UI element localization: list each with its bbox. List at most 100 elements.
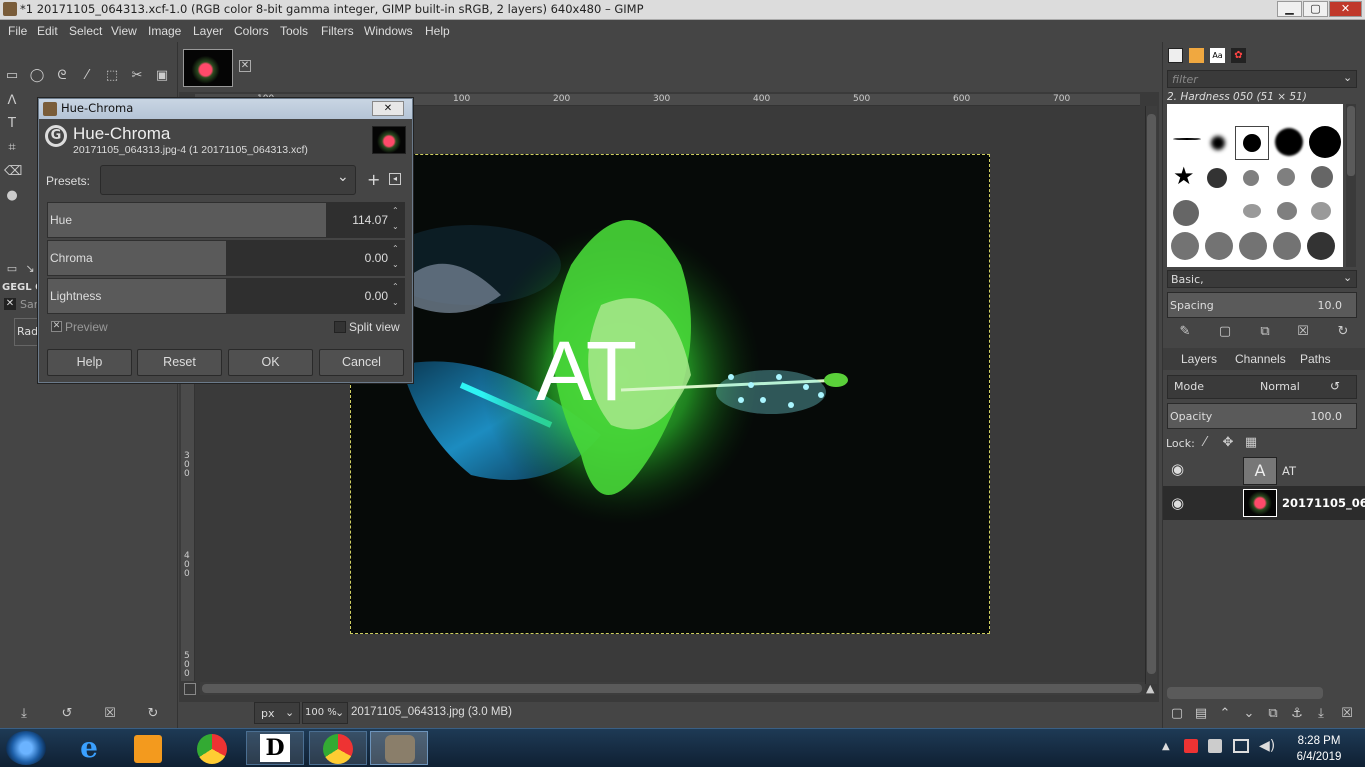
menu-layer[interactable]: Layer [193, 24, 223, 38]
lock-position-icon[interactable]: ✥ [1220, 435, 1236, 451]
volume-icon[interactable]: ◀) [1259, 738, 1275, 754]
brush-filter-input[interactable]: filter ⌄ [1167, 70, 1357, 88]
increment-icon[interactable]: ⌃ [392, 206, 402, 215]
lasso-icon[interactable]: ᘓ [54, 68, 70, 84]
eraser-icon[interactable]: ⌫ [4, 164, 22, 180]
horizontal-scrollbar-thumb[interactable] [202, 684, 1142, 693]
lock-alpha-icon[interactable]: ▦ [1243, 435, 1259, 451]
images-tab-icon[interactable]: ✿ [1231, 48, 1246, 63]
brushes-tab-icon[interactable] [1168, 48, 1183, 63]
start-button[interactable] [6, 731, 46, 765]
menu-tools[interactable]: Tools [280, 24, 308, 38]
vertical-scrollbar[interactable] [1145, 106, 1157, 684]
layer-name[interactable]: 20171105_06 [1282, 496, 1365, 510]
split-view-checkbox[interactable] [334, 321, 346, 333]
merge-down-icon[interactable]: ⤓ [1313, 706, 1329, 722]
mode-select[interactable]: Mode Normal ↺ [1167, 375, 1357, 399]
chroma-value[interactable]: 0.00 [365, 251, 388, 265]
save-options-icon[interactable]: ⤓ [16, 706, 32, 722]
ellipse-select-icon[interactable]: ◯ [29, 68, 45, 84]
lightness-slider[interactable]: Lightness 0.00 ⌃ ⌄ [47, 278, 405, 314]
layer-row-selected[interactable]: ◉ 20171105_06 [1163, 486, 1365, 520]
action-center-icon[interactable] [1184, 739, 1198, 753]
paths-tool-icon[interactable]: ⴷ [4, 93, 20, 109]
menu-filters[interactable]: Filters [321, 24, 354, 38]
brush-tag-select[interactable]: Basic, ⌄ [1167, 270, 1357, 288]
menu-windows[interactable]: Windows [364, 24, 413, 38]
foreground-select-icon[interactable]: ▣ [154, 68, 170, 84]
menu-edit[interactable]: Edit [37, 24, 58, 38]
clock[interactable]: 8:28 PM 6/4/2019 [1284, 733, 1354, 765]
lock-pixels-icon[interactable]: ⁄ [1197, 435, 1213, 451]
tab-layers[interactable]: Layers [1181, 352, 1217, 370]
scissors-icon[interactable]: ✂ [129, 68, 145, 84]
spacing-slider[interactable]: Spacing 10.0 [1167, 292, 1357, 318]
menu-help[interactable]: Help [425, 24, 450, 38]
unit-select[interactable]: px ⌄ [254, 702, 300, 724]
presets-select[interactable]: ⌄ [100, 165, 356, 195]
dialog-close-button[interactable]: ✕ [372, 101, 404, 116]
fuzzy-select-icon[interactable]: ⁄ [79, 68, 95, 84]
lower-layer-icon[interactable]: ⌄ [1241, 706, 1257, 722]
horizontal-scrollbar[interactable] [200, 682, 1145, 695]
help-button[interactable]: Help [47, 349, 132, 376]
menu-colors[interactable]: Colors [234, 24, 269, 38]
reset-button[interactable]: Reset [137, 349, 222, 376]
quick-mask-icon[interactable] [184, 683, 196, 695]
eye-icon[interactable]: ◉ [1171, 460, 1184, 478]
image-canvas[interactable]: AT [350, 154, 990, 634]
maximize-button[interactable]: ▢ [1303, 1, 1328, 17]
hue-slider[interactable]: Hue 114.07 ⌃ ⌄ [47, 202, 405, 238]
brush-scrollbar[interactable] [1346, 104, 1356, 267]
increment-icon[interactable]: ⌃ [392, 244, 402, 253]
reset-mode-icon[interactable]: ↺ [1330, 379, 1340, 393]
d-app-button[interactable]: D [246, 731, 304, 765]
transform-icon[interactable]: ⌗ [4, 140, 20, 156]
zoom-select[interactable]: 100 % ⌄ [302, 702, 348, 724]
delete-options-icon[interactable]: ☒ [102, 706, 118, 722]
chrome-window-button[interactable] [309, 731, 367, 765]
patterns-tab-icon[interactable] [1189, 48, 1204, 63]
layer-name[interactable]: AT [1282, 464, 1296, 478]
tab-paths[interactable]: Paths [1300, 352, 1331, 370]
chrome-icon[interactable] [197, 734, 227, 764]
brush-grid[interactable]: ★ [1167, 104, 1343, 267]
layer-row[interactable]: ◉ A AT [1163, 454, 1365, 486]
show-hidden-icons-icon[interactable]: ▲ [1162, 741, 1170, 752]
gimp-window-button[interactable] [370, 731, 428, 765]
tab-close-icon[interactable]: ✕ [239, 60, 251, 72]
delete-layer-icon[interactable]: ☒ [1339, 706, 1355, 722]
add-preset-icon[interactable]: + [367, 170, 380, 189]
delete-brush-icon[interactable]: ☒ [1295, 324, 1311, 340]
eye-icon[interactable]: ◉ [1171, 494, 1184, 512]
media-player-icon[interactable] [134, 735, 162, 763]
preset-menu-icon[interactable]: ◂ [389, 173, 401, 185]
lightness-value[interactable]: 0.00 [365, 289, 388, 303]
radius-label[interactable]: Radi [14, 318, 41, 346]
dialog-title-bar[interactable]: Hue-Chroma ✕ [39, 99, 412, 119]
edit-brush-icon[interactable]: ✎ [1177, 324, 1193, 340]
tool-options-icon[interactable]: ↘ [22, 261, 38, 277]
new-brush-icon[interactable]: ▢ [1217, 324, 1233, 340]
text-tool-icon[interactable]: T [4, 116, 20, 132]
refresh-brushes-icon[interactable]: ↻ [1335, 324, 1351, 340]
layers-scrollbar[interactable] [1167, 687, 1323, 699]
menu-select[interactable]: Select [69, 24, 102, 38]
menu-image[interactable]: Image [148, 24, 181, 38]
menu-view[interactable]: View [111, 24, 137, 38]
vertical-scrollbar-thumb[interactable] [1147, 114, 1156, 674]
navigate-icon[interactable]: ▲ [1146, 683, 1158, 695]
new-layer-icon[interactable]: ▢ [1169, 706, 1185, 722]
preview-checkbox[interactable]: ✕ [51, 321, 62, 332]
network-icon[interactable] [1233, 739, 1249, 753]
duplicate-layer-icon[interactable]: ⧉ [1265, 706, 1281, 722]
hue-value[interactable]: 114.07 [352, 213, 388, 227]
decrement-icon[interactable]: ⌄ [392, 260, 402, 269]
dodge-icon[interactable]: ● [4, 188, 20, 204]
raise-layer-icon[interactable]: ⌃ [1217, 706, 1233, 722]
decrement-icon[interactable]: ⌄ [392, 298, 402, 307]
ok-button[interactable]: OK [228, 349, 313, 376]
image-thumbnail[interactable] [183, 49, 233, 87]
fonts-tab-icon[interactable]: Aa [1210, 48, 1225, 63]
color-select-icon[interactable]: ⬚ [104, 68, 120, 84]
